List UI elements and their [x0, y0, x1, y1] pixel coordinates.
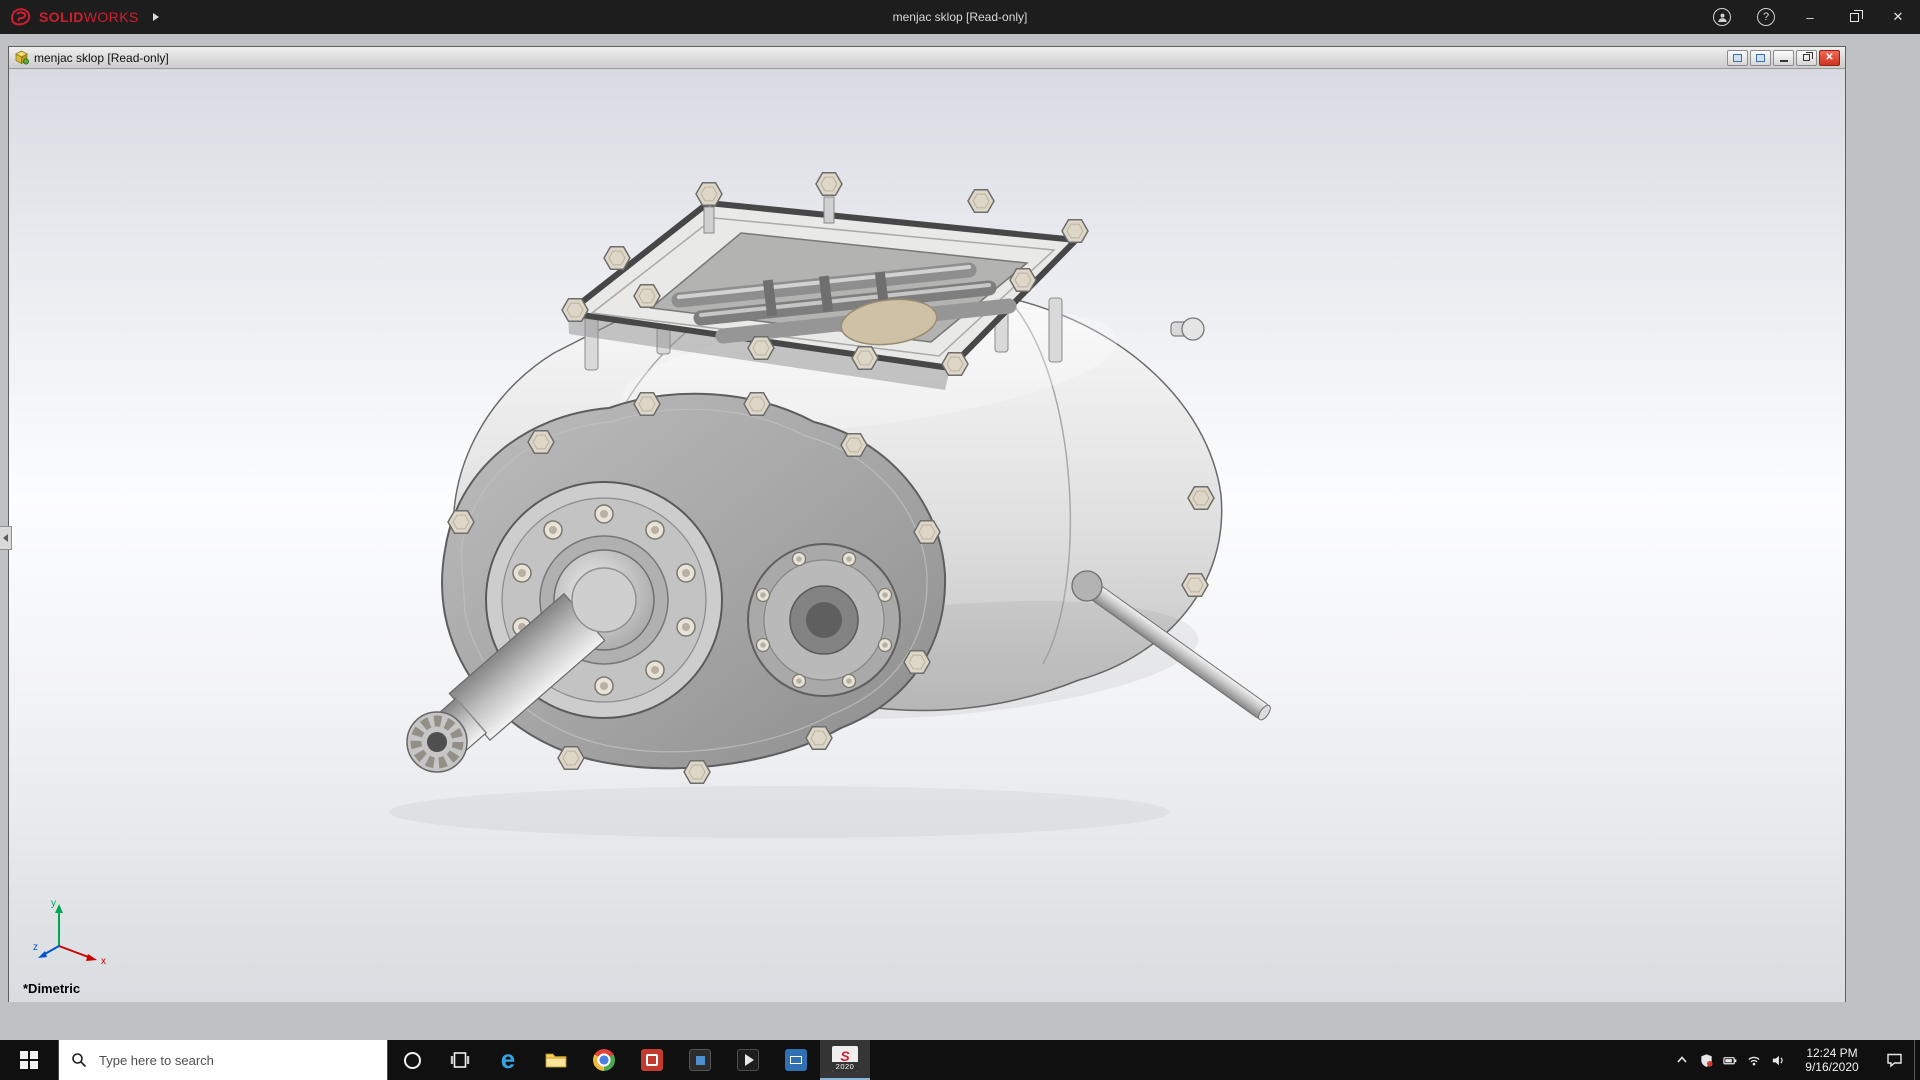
blue-app-icon — [785, 1049, 807, 1071]
file-explorer-button[interactable] — [532, 1040, 580, 1080]
graphics-viewport[interactable]: y x z *Dimetric — [9, 70, 1845, 1002]
minimize-icon — [1779, 60, 1788, 62]
svg-text:x: x — [101, 956, 106, 966]
battery-tray-button[interactable] — [1718, 1040, 1742, 1080]
solidworks-app-icon: S 2020 — [832, 1046, 858, 1072]
app-window-title: menjac sklop [Read-only] — [892, 10, 1028, 24]
menu-expand-arrow-icon[interactable] — [152, 13, 159, 21]
dark-app-icon — [689, 1049, 711, 1071]
document-window: menjac sklop [Read-only] ✕ y x z *Dimetr… — [8, 46, 1846, 1002]
solidworks-taskbar-button[interactable]: S 2020 — [820, 1040, 870, 1080]
windows-taskbar: e S 2020 — [0, 1040, 1920, 1080]
action-center-button[interactable] — [1874, 1040, 1914, 1080]
minimize-button[interactable]: – — [1788, 0, 1832, 34]
cortana-icon — [403, 1051, 421, 1069]
help-icon: ? — [1757, 8, 1775, 26]
solidworks-logo-icon — [11, 8, 31, 26]
feature-panel-expand-tab[interactable] — [0, 526, 12, 550]
account-button[interactable] — [1700, 0, 1744, 34]
volume-tray-button[interactable] — [1766, 1040, 1790, 1080]
svg-text:z: z — [33, 942, 38, 953]
clock-time: 12:24 PM — [1806, 1046, 1858, 1060]
clock-date: 9/16/2020 — [1805, 1060, 1859, 1074]
solidworks-version-badge: 2020 — [832, 1062, 858, 1072]
orientation-triad[interactable]: y x z — [33, 894, 117, 966]
pane-icon — [1756, 53, 1765, 62]
solidworks-logo[interactable]: SOLIDWORKS — [0, 0, 149, 34]
taskbar-clock[interactable]: 12:24 PM 9/16/2020 — [1790, 1040, 1874, 1080]
system-tray: 12:24 PM 9/16/2020 — [1670, 1040, 1920, 1080]
logo-text: SOLIDWORKS — [39, 9, 139, 25]
tray-overflow-button[interactable] — [1670, 1040, 1694, 1080]
pinned-app-button-3[interactable] — [724, 1040, 772, 1080]
app-client-area: menjac sklop [Read-only] ✕ y x z *Dimetr… — [0, 34, 1920, 1040]
shield-icon — [1700, 1053, 1713, 1067]
file-explorer-icon — [545, 1053, 567, 1068]
doc-close-button[interactable]: ✕ — [1819, 49, 1840, 66]
close-button[interactable]: ✕ — [1876, 0, 1920, 34]
pinned-app-button-1[interactable] — [628, 1040, 676, 1080]
security-tray-button[interactable] — [1694, 1040, 1718, 1080]
search-input[interactable] — [97, 1051, 357, 1069]
app-window-controls: ? – ✕ — [1700, 0, 1920, 34]
svg-text:y: y — [51, 898, 56, 909]
cortana-button[interactable] — [388, 1040, 436, 1080]
panel-expand-arrow-icon — [3, 534, 8, 542]
chevron-up-icon — [1677, 1056, 1687, 1063]
windows-logo-icon — [20, 1051, 38, 1069]
pinned-app-button-4[interactable] — [772, 1040, 820, 1080]
doc-minimize-button[interactable] — [1773, 49, 1794, 66]
speaker-icon — [1772, 1055, 1783, 1065]
search-icon — [72, 1053, 87, 1068]
output-cover — [747, 543, 901, 697]
doc-pane-button-1[interactable] — [1727, 49, 1748, 66]
network-tray-button[interactable] — [1742, 1040, 1766, 1080]
assembly-document-icon — [15, 50, 29, 65]
chrome-icon — [593, 1049, 615, 1071]
doc-restore-button[interactable] — [1796, 49, 1817, 66]
action-center-icon — [1886, 1053, 1902, 1068]
wifi-icon — [1748, 1056, 1760, 1065]
help-button[interactable]: ? — [1744, 0, 1788, 34]
pane-icon — [1733, 53, 1742, 62]
battery-icon — [1723, 1056, 1737, 1064]
task-view-icon — [450, 1052, 470, 1068]
doc-pane-button-2[interactable] — [1750, 49, 1771, 66]
document-title: menjac sklop [Read-only] — [34, 50, 169, 65]
red-app-icon — [641, 1049, 663, 1071]
app-titlebar: SOLIDWORKS menjac sklop [Read-only] ? – … — [0, 0, 1920, 34]
edge-icon: e — [500, 1043, 516, 1074]
document-window-controls: ✕ — [1727, 49, 1842, 66]
restore-button[interactable] — [1832, 0, 1876, 34]
chrome-button[interactable] — [580, 1040, 628, 1080]
gearbox-3d-model — [389, 171, 1271, 838]
taskbar-search[interactable] — [58, 1040, 388, 1080]
user-icon — [1713, 8, 1731, 26]
restore-icon — [1803, 52, 1813, 61]
view-orientation-label: *Dimetric — [23, 981, 81, 996]
show-desktop-button[interactable] — [1914, 1040, 1920, 1080]
task-view-button[interactable] — [436, 1040, 484, 1080]
restore-icon — [1849, 9, 1863, 22]
document-titlebar[interactable]: menjac sklop [Read-only] ✕ — [9, 47, 1845, 69]
pinned-app-button-2[interactable] — [676, 1040, 724, 1080]
media-player-icon — [737, 1049, 759, 1071]
edge-button[interactable]: e — [484, 1040, 532, 1080]
start-button[interactable] — [0, 1040, 58, 1080]
model-shadow — [389, 786, 1169, 838]
